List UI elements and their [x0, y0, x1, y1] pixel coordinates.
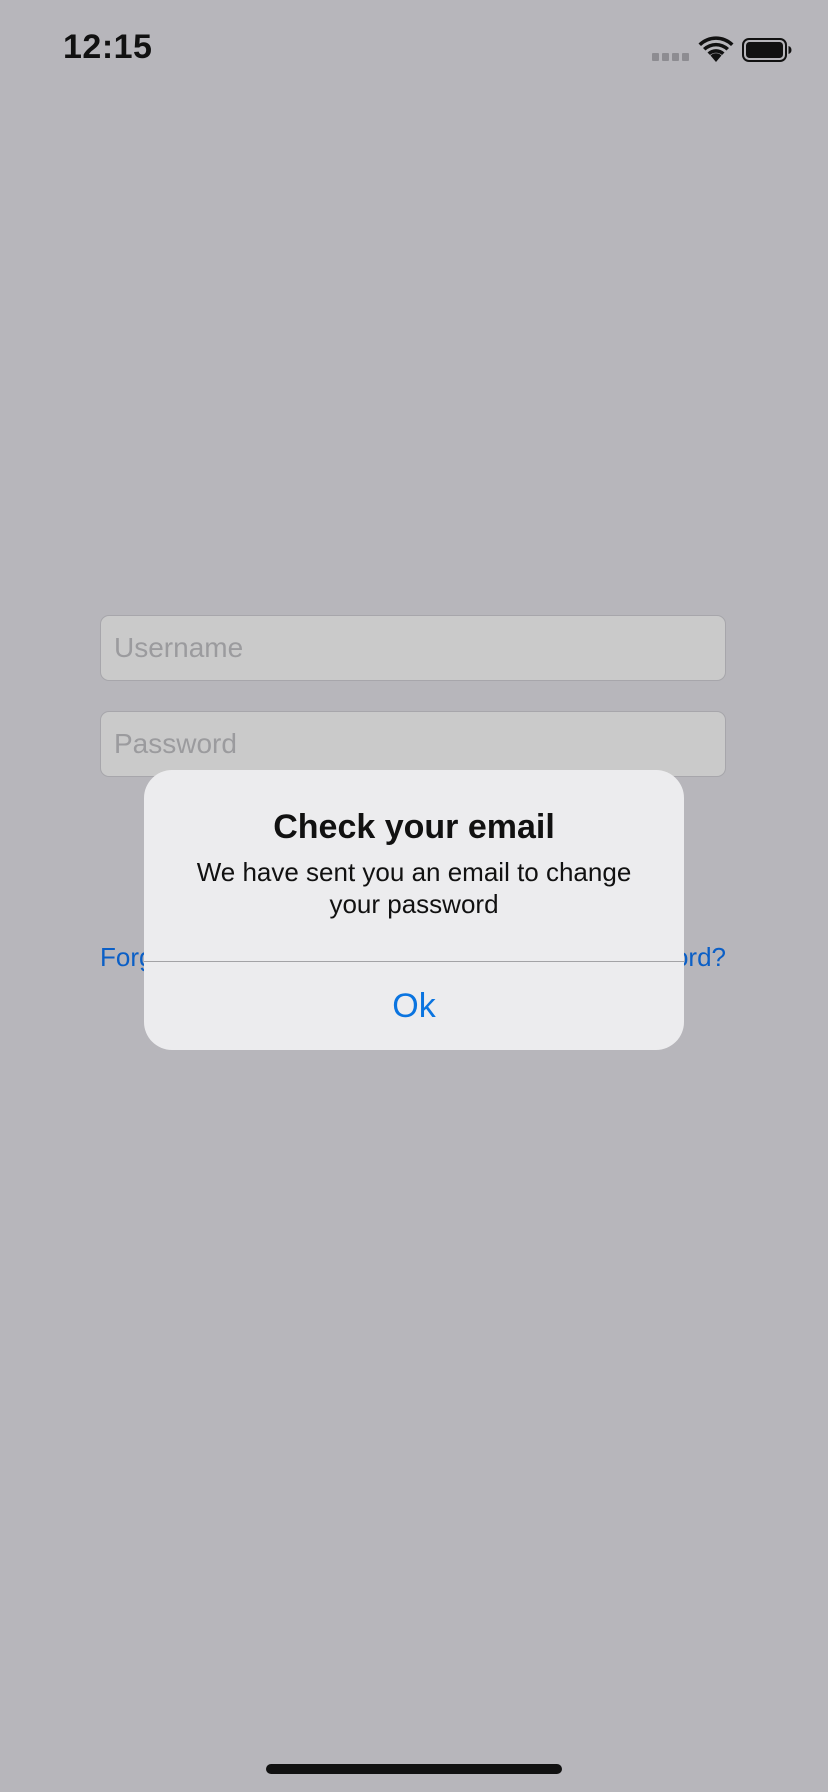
cellular-signal-icon	[652, 53, 689, 61]
username-placeholder: Username	[114, 632, 244, 663]
password-placeholder: Password	[114, 728, 237, 759]
alert-title: Check your email	[273, 808, 555, 846]
screen: 12:15 Username Password Forg ord? Check …	[0, 0, 828, 1792]
password-field[interactable]: Password	[100, 711, 726, 777]
wifi-icon	[698, 36, 734, 62]
ok-button[interactable]: Ok	[144, 962, 684, 1050]
status-time: 12:15	[63, 28, 153, 66]
home-indicator[interactable]	[266, 1764, 562, 1774]
alert-dialog: Check your email We have sent you an ema…	[144, 770, 684, 1050]
username-field[interactable]: Username	[100, 615, 726, 681]
alert-message: We have sent you an email to change your…	[196, 857, 632, 919]
battery-icon	[742, 38, 792, 62]
